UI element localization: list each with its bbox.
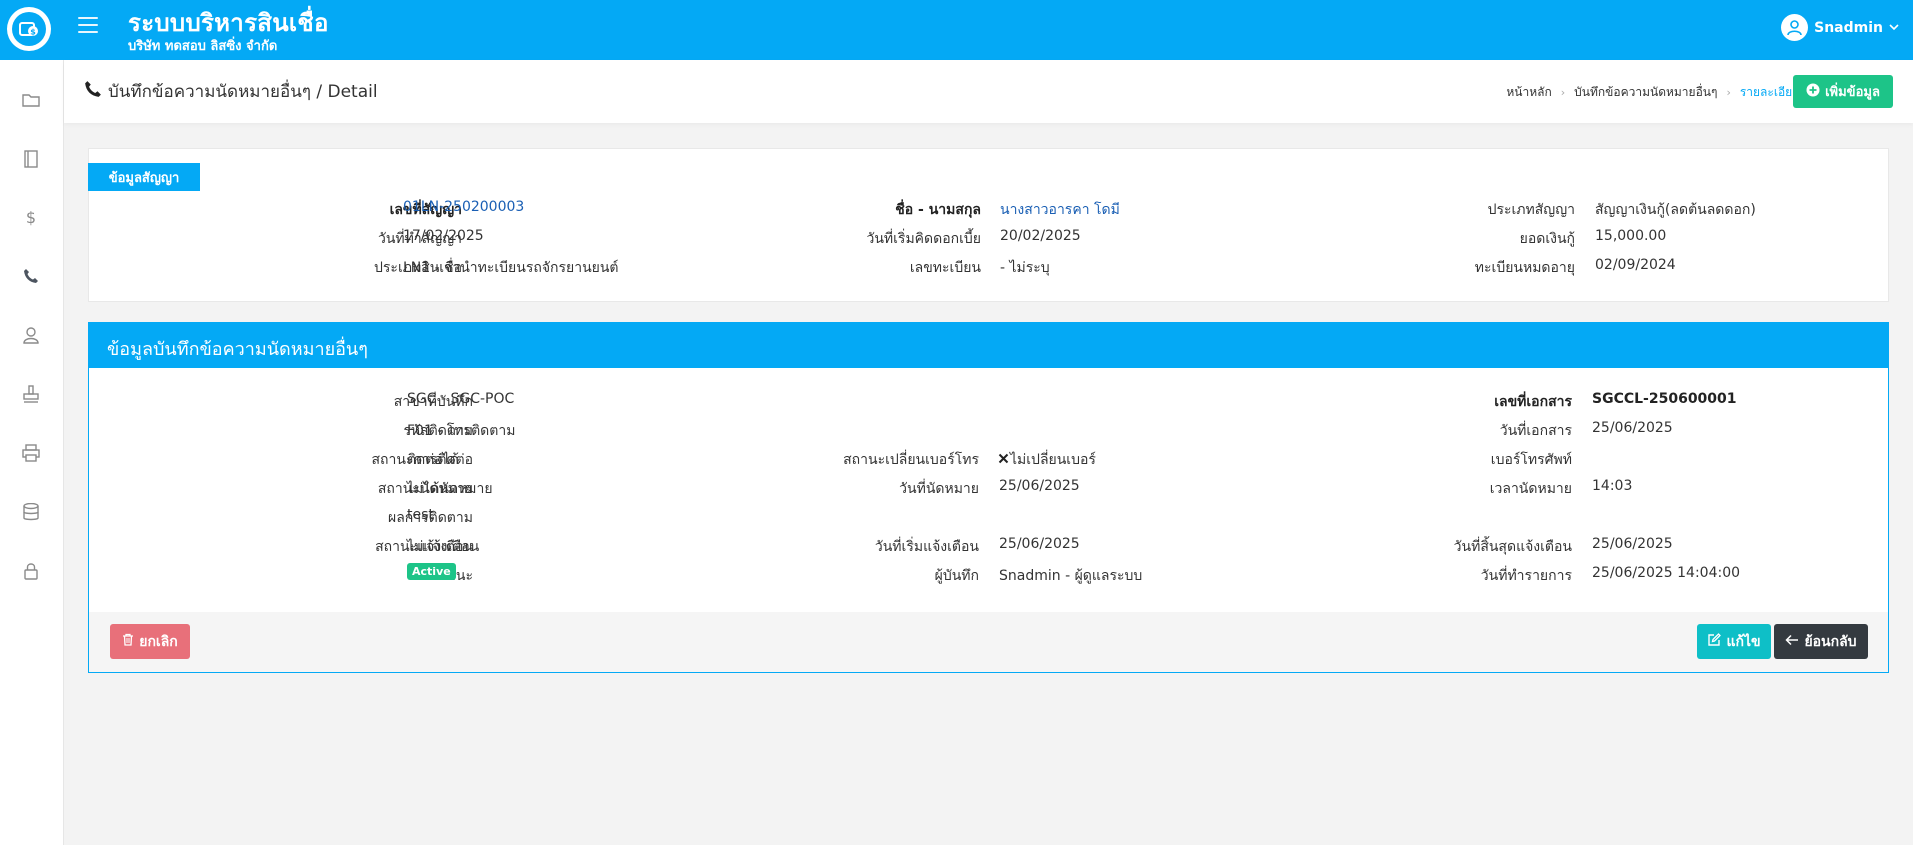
appt-time-label: เวลานัดหมาย bbox=[1489, 481, 1572, 497]
breadcrumb-home[interactable]: หน้าหลัก bbox=[1506, 83, 1551, 102]
svg-text:$: $ bbox=[26, 208, 36, 227]
chevron-down-icon bbox=[1889, 20, 1899, 36]
interest-start-value: 20/02/2025 bbox=[1000, 228, 1081, 244]
user-avatar-icon bbox=[1781, 14, 1809, 41]
doc-date-value: 25/06/2025 bbox=[1592, 420, 1673, 436]
appt-status-value: ไม่ได้นัดหมาย bbox=[407, 481, 493, 497]
contract-info-card: ข้อมูลสัญญา เลขที่สัญญา 01LN-250200003 ช… bbox=[88, 148, 1889, 302]
plate-value: - ไม่ระบุ bbox=[1000, 260, 1050, 276]
status-badge-wrap: Active bbox=[407, 563, 456, 580]
plate-label: เลขทะเบียน bbox=[909, 260, 981, 276]
arrow-left-icon bbox=[1785, 634, 1799, 650]
track-code-value: F01 - โทรติดตาม bbox=[407, 423, 516, 439]
phone-icon[interactable] bbox=[20, 265, 42, 287]
phone-change-label: สถานะเปลี่ยนเบอร์โทร bbox=[843, 452, 979, 468]
branch-value: SGC - SGC-POC bbox=[407, 391, 515, 407]
recorder-label: ผู้บันทึก bbox=[934, 568, 979, 584]
book-icon[interactable] bbox=[20, 148, 42, 170]
breadcrumb: หน้าหลัก › บันทึกข้อความนัดหมายอื่นๆ › ร… bbox=[1506, 83, 1800, 102]
logo[interactable]: $ bbox=[7, 7, 51, 51]
money-logo-icon: $ bbox=[12, 12, 46, 46]
menu-toggle-icon[interactable] bbox=[78, 17, 98, 33]
notify-end-label: วันที่สิ้นสุดแจ้งเตือน bbox=[1453, 539, 1572, 555]
reg-expiry-label: ทะเบียนหมดอายุ bbox=[1474, 260, 1575, 276]
contract-type-label: ประเภทสัญญา bbox=[1487, 202, 1575, 218]
doc-no-value: SGCCL-250600001 bbox=[1592, 391, 1737, 407]
add-button-label: เพิ่มข้อมูล bbox=[1825, 85, 1880, 100]
phone-icon bbox=[84, 80, 102, 103]
notify-start-value: 25/06/2025 bbox=[999, 536, 1080, 552]
detail-card-footer: ยกเลิก แก้ไข ย้อนกลับ bbox=[89, 612, 1888, 672]
breadcrumb-current: รายละเอียด bbox=[1739, 85, 1800, 99]
appointment-detail-card: ข้อมูลบันทึกข้อความนัดหมายอื่นๆ สาขาที่บ… bbox=[88, 322, 1889, 673]
notify-start-label: วันที่เริ่มแจ้งเตือน bbox=[874, 539, 979, 555]
status-badge: Active bbox=[407, 563, 456, 580]
chevron-right-icon: › bbox=[1726, 86, 1731, 99]
database-icon[interactable] bbox=[20, 501, 42, 523]
trash-icon bbox=[122, 633, 134, 650]
notify-end-value: 25/06/2025 bbox=[1592, 536, 1673, 552]
contract-no-link[interactable]: 01LN-250200003 bbox=[403, 199, 524, 215]
cancel-button-label: ยกเลิก bbox=[139, 633, 178, 650]
contract-info-tag: ข้อมูลสัญญา bbox=[88, 163, 200, 191]
page-title-text: บันทึกข้อความนัดหมายอื่นๆ / Detail bbox=[108, 82, 378, 102]
page-title: บันทึกข้อความนัดหมายอื่นๆ / Detail bbox=[84, 78, 378, 105]
txn-date-value: 25/06/2025 14:04:00 bbox=[1592, 565, 1741, 581]
breadcrumb-list[interactable]: บันทึกข้อความนัดหมายอื่นๆ bbox=[1574, 83, 1717, 102]
loan-amount-value: 15,000.00 bbox=[1595, 228, 1667, 244]
company-name: บริษัท ทดสอบ ลิสซิ่ง จำกัด bbox=[128, 39, 278, 54]
product-value: LN1 - จำนำทะเบียนรถจักรยานยนต์ bbox=[403, 260, 619, 276]
interest-start-label: วันที่เริ่มคิดดอกเบี้ย bbox=[866, 231, 981, 247]
appt-time-value: 14:03 bbox=[1592, 478, 1633, 494]
user-icon[interactable] bbox=[20, 324, 42, 346]
sidebar: $ bbox=[0, 60, 64, 845]
loan-amount-label: ยอดเงินกู้ bbox=[1519, 231, 1575, 247]
page-header: บันทึกข้อความนัดหมายอื่นๆ / Detail หน้าห… bbox=[64, 60, 1913, 123]
reg-expiry-value: 02/09/2024 bbox=[1595, 257, 1676, 273]
phone-label: เบอร์โทรศัพท์ bbox=[1490, 452, 1572, 468]
back-button[interactable]: ย้อนกลับ bbox=[1774, 624, 1868, 659]
doc-date-label: วันที่เอกสาร bbox=[1499, 423, 1572, 439]
add-button[interactable]: เพิ่มข้อมูล bbox=[1793, 75, 1893, 108]
name-label: ชื่อ - นามสกุล bbox=[895, 202, 981, 218]
txn-date-label: วันที่ทำรายการ bbox=[1480, 568, 1572, 584]
plus-circle-icon bbox=[1806, 83, 1820, 101]
detail-card-title: ข้อมูลบันทึกข้อความนัดหมายอื่นๆ bbox=[89, 323, 1888, 368]
contract-date-value: 17/02/2025 bbox=[403, 228, 484, 244]
top-navbar: $ ระบบบริหารสินเชื่อ บริษัท ทดสอบ ลิสซิ่… bbox=[0, 0, 1913, 60]
svg-text:$: $ bbox=[30, 28, 36, 37]
appt-date-value: 25/06/2025 bbox=[999, 478, 1080, 494]
edit-button[interactable]: แก้ไข bbox=[1697, 624, 1771, 659]
recorder-value: Snadmin - ผู้ดูแลระบบ bbox=[999, 568, 1143, 584]
edit-icon bbox=[1707, 632, 1722, 651]
phone-change-text: ไม่เปลี่ยนเบอร์ bbox=[1010, 452, 1096, 468]
lock-icon[interactable] bbox=[20, 560, 42, 582]
contract-type-value: สัญญาเงินกู้(ลดต้นลดดอก) bbox=[1595, 202, 1756, 218]
dollar-icon[interactable]: $ bbox=[20, 207, 42, 229]
customer-name-link[interactable]: นางสาวอารคา โดมี bbox=[1000, 199, 1120, 221]
doc-no-label: เลขที่เอกสาร bbox=[1494, 394, 1572, 410]
printer-icon[interactable] bbox=[20, 442, 42, 464]
chevron-right-icon: › bbox=[1560, 86, 1566, 99]
edit-button-label: แก้ไข bbox=[1726, 633, 1761, 650]
cancel-button[interactable]: ยกเลิก bbox=[110, 624, 190, 659]
result-value: test bbox=[407, 507, 434, 523]
close-icon bbox=[998, 452, 1009, 468]
phone-change-value: ไม่เปลี่ยนเบอร์ bbox=[998, 449, 1096, 471]
folder-icon[interactable] bbox=[20, 89, 42, 111]
appt-date-label: วันที่นัดหมาย bbox=[899, 481, 979, 497]
user-menu[interactable]: Snadmin bbox=[1781, 14, 1899, 41]
stamp-icon[interactable] bbox=[20, 383, 42, 405]
back-button-label: ย้อนกลับ bbox=[1804, 633, 1857, 650]
contact-status-value: ติดต่อได้ bbox=[407, 452, 459, 468]
username: Snadmin bbox=[1814, 19, 1883, 36]
notify-status-value: ไม่แจ้งเตือน bbox=[407, 539, 480, 555]
